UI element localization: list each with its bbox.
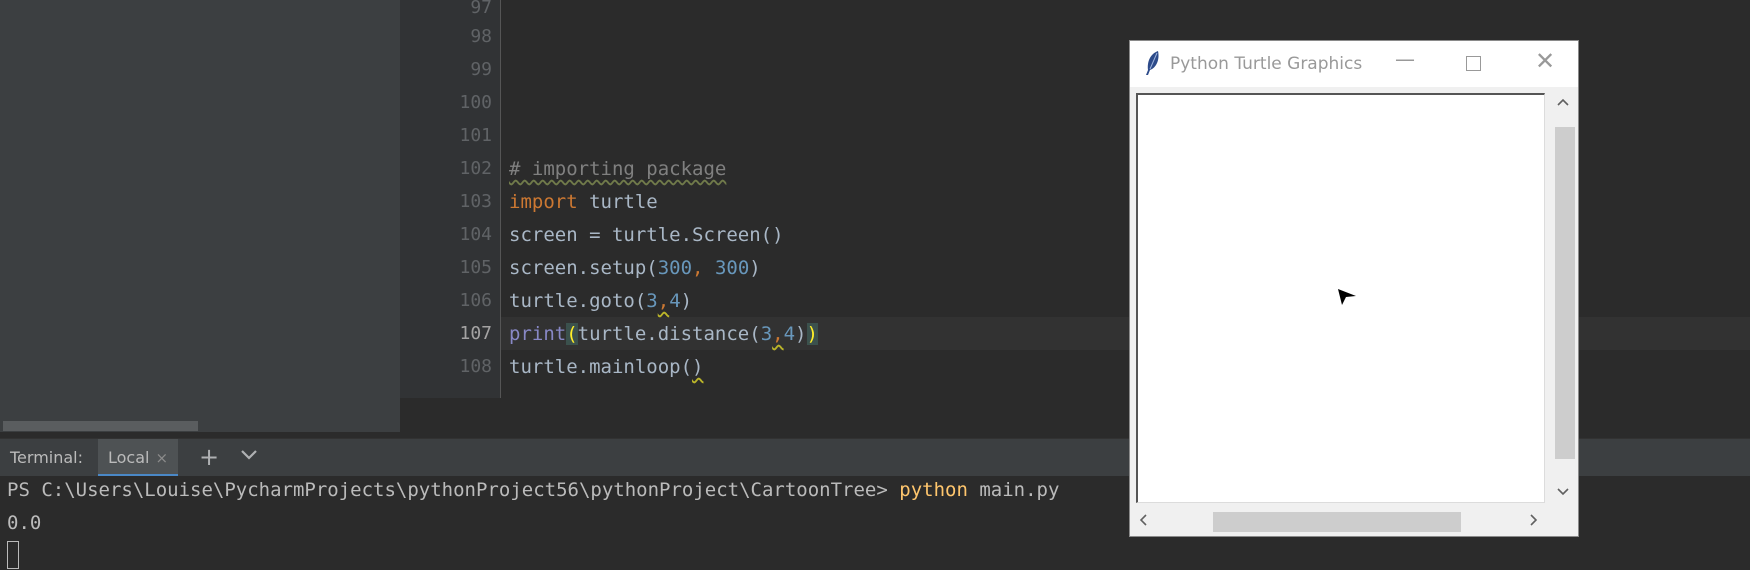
line-number-current: 107	[459, 323, 492, 344]
window-title: Python Turtle Graphics	[1170, 54, 1363, 74]
terminal-tab-label: Local	[108, 448, 150, 467]
project-hscroll-thumb[interactable]	[3, 421, 198, 431]
turtle-graphics-window[interactable]: Python Turtle Graphics — ✕	[1129, 40, 1579, 537]
terminal-cursor	[7, 541, 19, 569]
line-number: 108	[459, 356, 492, 377]
scroll-left-icon[interactable]	[1138, 514, 1148, 530]
line-number: 103	[459, 191, 492, 212]
minimize-button[interactable]: —	[1395, 47, 1415, 71]
add-icon[interactable]: +	[199, 443, 219, 471]
maximize-button[interactable]	[1466, 56, 1481, 71]
code-line-108: turtle.mainloop()	[509, 356, 703, 378]
code-bracket-highlight: (	[566, 323, 578, 345]
code-bracket-highlight: )	[806, 323, 818, 345]
code-text: turtle.mainloop(	[509, 356, 693, 378]
project-panel	[0, 0, 400, 432]
terminal-label: Terminal:	[10, 448, 84, 467]
canvas-vscrollbar[interactable]	[1552, 93, 1575, 503]
close-icon[interactable]: ×	[155, 449, 168, 467]
code-line-107: print(turtle.distance(3,4))	[509, 323, 818, 345]
line-number: 99	[470, 59, 492, 80]
code-number: 300	[657, 257, 693, 279]
chevron-down-icon[interactable]	[240, 445, 258, 466]
code-builtin: print	[509, 323, 567, 345]
code-number: 3	[646, 290, 658, 312]
line-number: 101	[459, 125, 492, 146]
code-text: screen.setup(	[509, 257, 658, 279]
code-text: )	[692, 356, 704, 378]
code-comma: ,	[692, 257, 715, 279]
terminal-tab-local[interactable]: Local ×	[98, 439, 179, 477]
terminal-result: 0.0	[7, 512, 42, 534]
window-titlebar[interactable]: Python Turtle Graphics — ✕	[1130, 41, 1578, 87]
scroll-down-icon[interactable]	[1557, 485, 1569, 501]
terminal-command-line: PS C:\Users\Louise\PycharmProjects\pytho…	[7, 479, 1059, 501]
terminal-args: main.py	[967, 479, 1060, 501]
code-line-103: import turtle	[509, 191, 658, 213]
close-button[interactable]: ✕	[1535, 47, 1555, 75]
code-line-105: screen.setup(300, 300)	[509, 257, 761, 279]
line-number: 104	[459, 224, 492, 245]
code-line-104: screen = turtle.Screen()	[509, 224, 784, 246]
code-comma: ,	[657, 290, 670, 312]
line-number: 100	[459, 92, 492, 113]
code-number: 4	[783, 323, 796, 345]
line-number: 106	[459, 290, 492, 311]
vscroll-thumb[interactable]	[1555, 127, 1575, 459]
line-number: 105	[459, 257, 492, 278]
scroll-up-icon[interactable]	[1557, 95, 1569, 111]
canvas-hscrollbar[interactable]	[1136, 509, 1545, 533]
code-text: screen = turtle.Screen()	[509, 224, 784, 246]
scroll-right-icon[interactable]	[1529, 514, 1539, 530]
code-line-102: # importing package	[509, 158, 726, 180]
code-comment: # importing package	[509, 158, 727, 180]
code-number: 3	[760, 323, 773, 345]
line-number: 102	[459, 158, 492, 179]
code-text: )	[680, 290, 693, 312]
turtle-arrow-icon	[1338, 289, 1356, 305]
terminal-prompt: PS C:\Users\Louise\PycharmProjects\pytho…	[7, 479, 900, 501]
feather-icon	[1146, 51, 1159, 75]
code-number: 4	[669, 290, 681, 312]
code-number: 300	[714, 257, 750, 279]
line-number: 98	[470, 26, 492, 47]
code-text: turtle	[577, 191, 658, 213]
line-number: 97	[470, 0, 492, 18]
hscroll-thumb[interactable]	[1213, 512, 1461, 532]
code-text: turtle.goto(	[509, 290, 647, 312]
code-text: turtle.distance(	[577, 323, 761, 345]
code-line-106: turtle.goto(3,4)	[509, 290, 692, 312]
code-text: )	[795, 323, 807, 345]
code-text: )	[749, 257, 761, 279]
code-keyword: import	[509, 191, 578, 213]
code-comma: ,	[772, 323, 784, 345]
terminal-command: python	[899, 479, 968, 501]
turtle-canvas[interactable]	[1136, 93, 1545, 503]
